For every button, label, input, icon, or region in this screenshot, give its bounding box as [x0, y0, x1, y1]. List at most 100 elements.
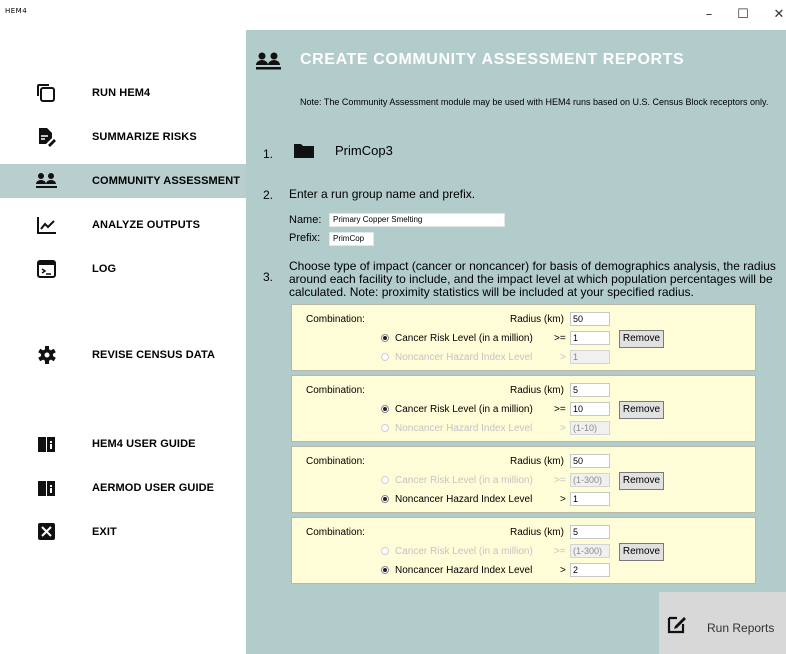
cancer-radio[interactable] [381, 334, 389, 342]
name-label: Name: [289, 214, 322, 226]
noncancer-level-label: Noncancer Hazard Index Level [395, 423, 533, 434]
cancer-operator: >= [554, 404, 566, 415]
cancer-radio[interactable] [381, 476, 389, 484]
noncancer-operator: > [560, 352, 566, 363]
sidebar-item-community-assessment[interactable]: COMMUNITY ASSESSMENT [0, 164, 246, 198]
step-1-number: 1. [263, 147, 274, 161]
remove-button[interactable]: Remove [619, 401, 664, 419]
cancer-operator: >= [554, 546, 566, 557]
folder-icon[interactable] [294, 143, 314, 158]
app-icon: HEM4 [5, 7, 28, 15]
noncancer-radio[interactable] [381, 566, 389, 574]
module-note: Note: The Community Assessment module ma… [300, 97, 769, 107]
sidebar-item-label: REVISE CENSUS DATA [92, 349, 216, 361]
radius-input[interactable]: 5 [570, 525, 610, 539]
cancer-risk-label: Cancer Risk Level (in a million) [395, 475, 533, 486]
combination-label: Combination: [306, 527, 365, 538]
remove-button[interactable]: Remove [619, 472, 664, 490]
sidebar-item-analyze-outputs[interactable]: ANALYZE OUTPUTS [0, 208, 246, 242]
cancer-risk-label: Cancer Risk Level (in a million) [395, 333, 533, 344]
radius-label: Radius (km) [510, 385, 564, 396]
noncancer-level-input[interactable]: 2 [570, 563, 610, 577]
radius-label: Radius (km) [510, 314, 564, 325]
book-icon [38, 481, 55, 496]
close-box-icon [38, 523, 55, 540]
cancer-operator: >= [554, 333, 566, 344]
cancer-risk-label: Cancer Risk Level (in a million) [395, 404, 533, 415]
noncancer-level-input[interactable]: 1 [570, 492, 610, 506]
main-panel: CREATE COMMUNITY ASSESSMENT REPORTS Note… [246, 30, 786, 654]
step-3-number: 3. [263, 270, 274, 284]
noncancer-operator: > [560, 423, 566, 434]
close-button[interactable]: ✕ [768, 4, 786, 26]
edit-square-icon [667, 616, 686, 634]
sidebar-item-label: ANALYZE OUTPUTS [92, 219, 201, 231]
sidebar-item-label: AERMOD USER GUIDE [92, 482, 215, 494]
combination-card: Combination: Radius (km) 50 Cancer Risk … [291, 446, 756, 513]
cancer-risk-label: Cancer Risk Level (in a million) [395, 546, 533, 557]
radius-label: Radius (km) [510, 527, 564, 538]
cancer-level-input[interactable]: (1-300) [570, 544, 610, 558]
run-group-name-input[interactable]: Primary Copper Smelting [329, 213, 505, 227]
remove-button[interactable]: Remove [619, 543, 664, 561]
noncancer-level-label: Noncancer Hazard Index Level [395, 565, 533, 576]
radius-input[interactable]: 50 [570, 312, 610, 326]
sidebar-item-aermod-user-guide[interactable]: AERMOD USER GUIDE [0, 471, 246, 505]
noncancer-operator: > [560, 494, 566, 505]
run-reports-button[interactable]: Run Reports [659, 592, 786, 654]
noncancer-operator: > [560, 565, 566, 576]
cancer-radio[interactable] [381, 547, 389, 555]
cancer-operator: >= [554, 475, 566, 486]
prefix-input[interactable]: PrimCop [329, 232, 374, 246]
step-2-instructions: Enter a run group name and prefix. [289, 187, 476, 201]
copy-icon [37, 84, 55, 102]
edit-document-icon [39, 128, 56, 147]
sidebar-item-label: COMMUNITY ASSESSMENT [92, 175, 241, 187]
combination-label: Combination: [306, 456, 365, 467]
sidebar-item-exit[interactable]: EXIT [0, 515, 246, 549]
page-title: CREATE COMMUNITY ASSESSMENT REPORTS [300, 51, 685, 68]
radius-label: Radius (km) [510, 456, 564, 467]
combination-card: Combination: Radius (km) 5 Cancer Risk L… [291, 517, 756, 584]
noncancer-radio[interactable] [381, 353, 389, 361]
combination-label: Combination: [306, 385, 365, 396]
radius-input[interactable]: 5 [570, 383, 610, 397]
sidebar-item-hem4-user-guide[interactable]: HEM4 USER GUIDE [0, 427, 246, 461]
radius-input[interactable]: 50 [570, 454, 610, 468]
line-chart-icon [37, 217, 56, 234]
minimize-button[interactable]: – [698, 4, 720, 26]
sidebar-item-run-hem4[interactable]: RUN HEM4 [0, 76, 246, 110]
cancer-level-input[interactable]: 1 [570, 331, 610, 345]
book-icon [38, 437, 55, 452]
run-reports-label: Run Reports [707, 621, 775, 635]
title-bar: HEM4 – ☐ ✕ [0, 0, 786, 30]
noncancer-level-label: Noncancer Hazard Index Level [395, 352, 533, 363]
combination-label: Combination: [306, 314, 365, 325]
noncancer-radio[interactable] [381, 424, 389, 432]
sidebar-item-label: SUMMARIZE RISKS [92, 131, 197, 143]
cancer-radio[interactable] [381, 405, 389, 413]
terminal-icon [37, 260, 56, 278]
sidebar-item-label: RUN HEM4 [92, 87, 151, 99]
sidebar-item-log[interactable]: LOG [0, 252, 246, 286]
sidebar: RUN HEM4 SUMMARIZE RISKS COMMUNITY ASSES… [0, 30, 246, 654]
step-3-instructions: Choose type of impact (cancer or noncanc… [289, 259, 776, 299]
prefix-label: Prefix: [289, 232, 321, 244]
combination-card: Combination: Radius (km) 50 Cancer Risk … [291, 304, 756, 371]
cancer-level-input[interactable]: (1-300) [570, 473, 610, 487]
sidebar-item-revise-census-data[interactable]: REVISE CENSUS DATA [0, 338, 246, 372]
noncancer-level-input[interactable]: 1 [570, 350, 610, 364]
combination-card: Combination: Radius (km) 5 Cancer Risk L… [291, 375, 756, 442]
remove-button[interactable]: Remove [619, 330, 664, 348]
sidebar-item-summarize-risks[interactable]: SUMMARIZE RISKS [0, 120, 246, 154]
community-icon [256, 52, 281, 70]
gear-icon [38, 346, 56, 364]
community-icon [36, 173, 57, 188]
maximize-button[interactable]: ☐ [732, 4, 754, 26]
noncancer-level-input[interactable]: (1-10) [570, 421, 610, 435]
noncancer-radio[interactable] [381, 495, 389, 503]
step-2-number: 2. [263, 188, 274, 202]
cancer-level-input[interactable]: 10 [570, 402, 610, 416]
sidebar-item-label: EXIT [92, 526, 117, 538]
selected-folder-name[interactable]: PrimCop3 [335, 143, 393, 158]
